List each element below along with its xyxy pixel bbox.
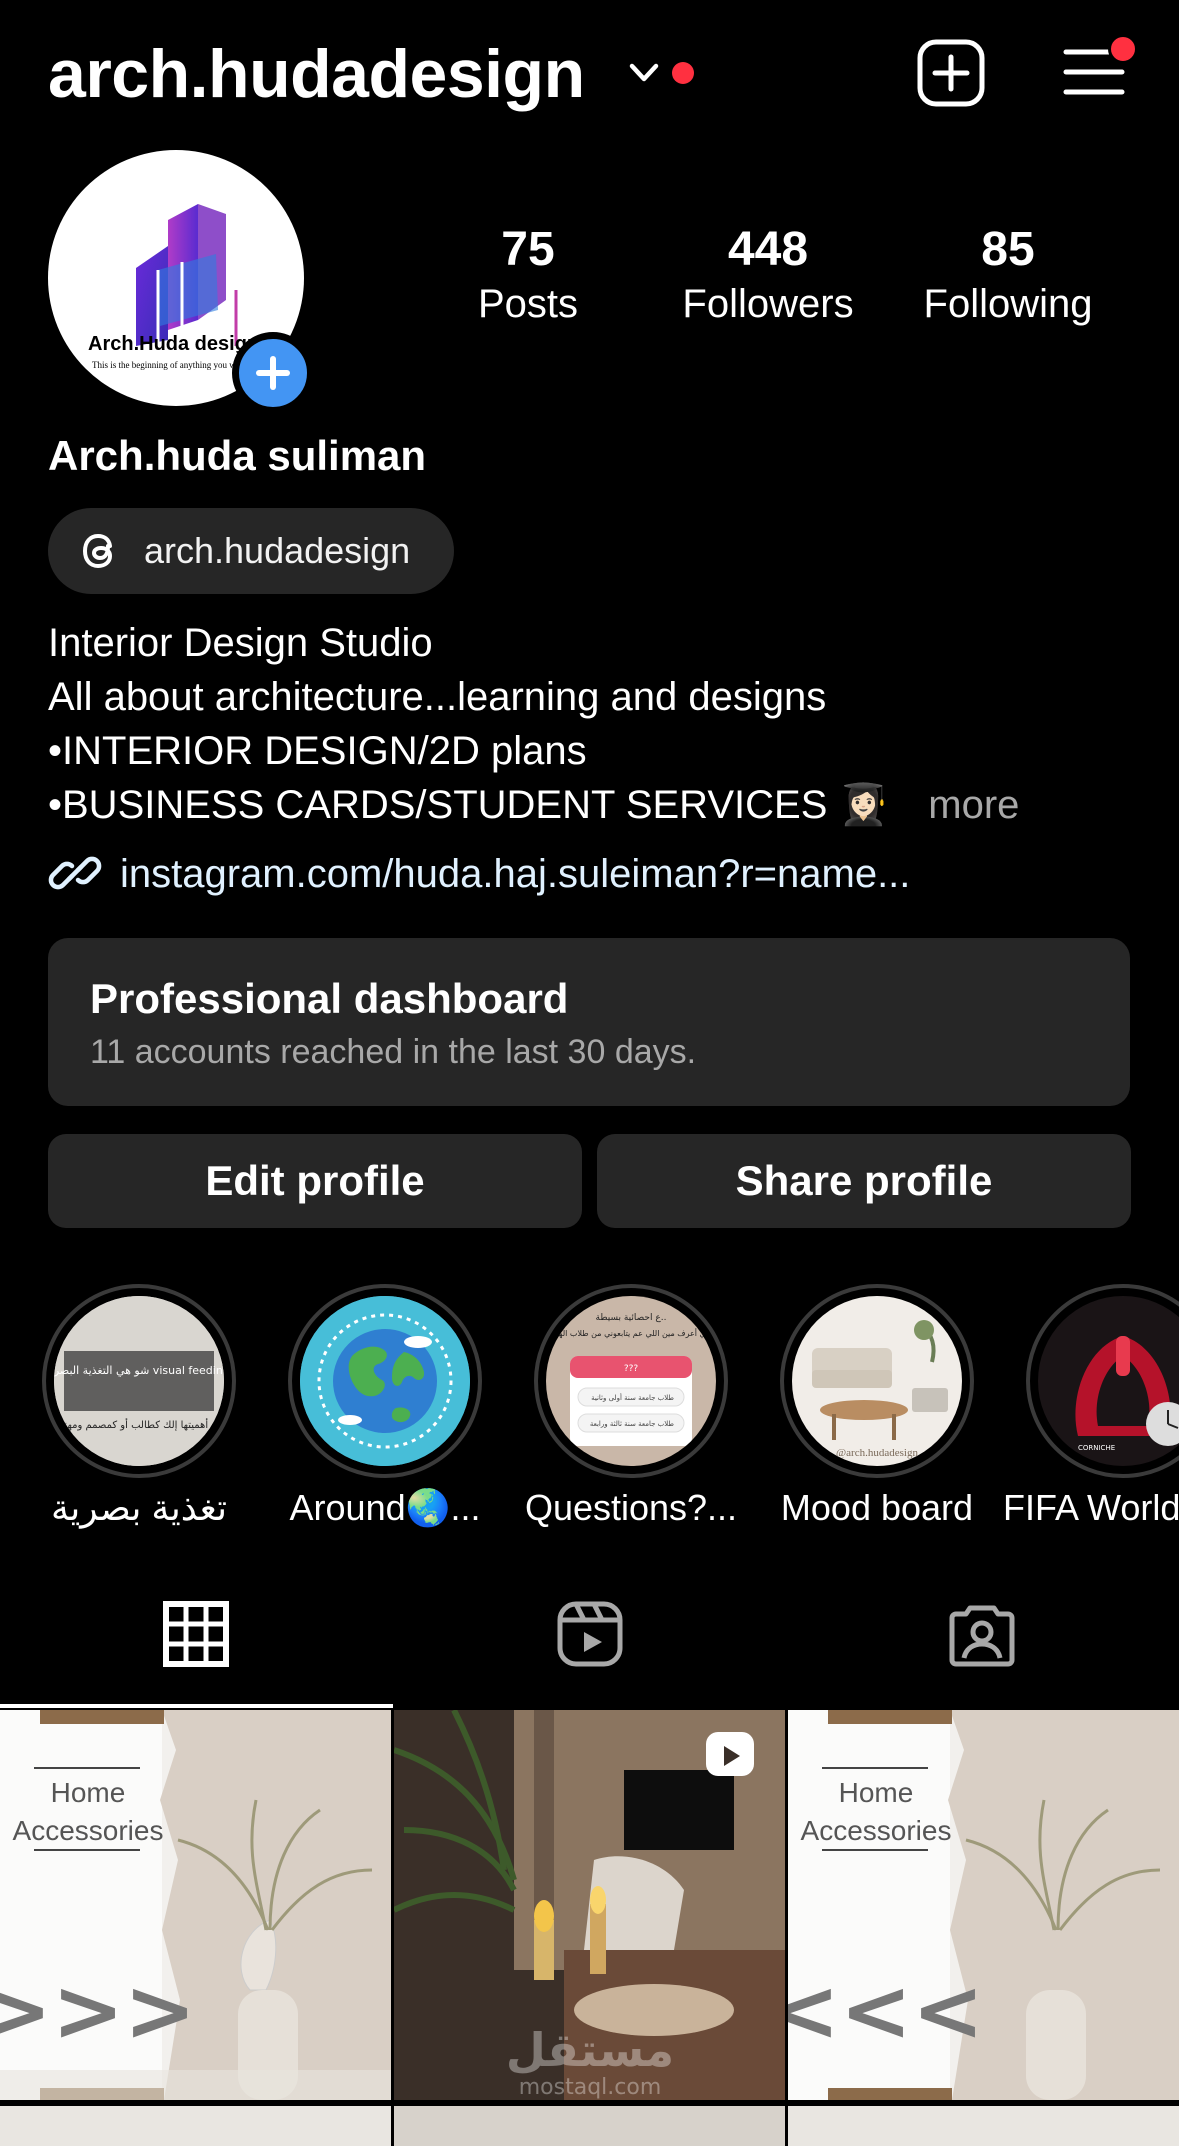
threads-handle: arch.hudadesign <box>144 530 411 571</box>
highlight-around[interactable] <box>288 1284 482 1478</box>
menu-notification-dot <box>1108 34 1138 64</box>
plus-icon <box>256 356 290 390</box>
post-thumbnail[interactable] <box>0 2106 391 2146</box>
svg-text:طلاب جامعة سنة ثالثة ورابعة: طلاب جامعة سنة ثالثة ورابعة <box>590 1420 675 1428</box>
highlight-thumbnail: CORNICHE <box>1038 1296 1179 1466</box>
svg-text:mostaql.com: mostaql.com <box>519 2075 662 2100</box>
svg-text:شو هي أهميتها إلك كطالب أو كمص: شو هي أهميتها إلك كطالب أو كمصمم ومهندس؟… <box>54 1418 224 1431</box>
post-thumbnail[interactable]: مستقل mostaql.com <box>394 1710 785 2100</box>
svg-text:شو هي التغذية البصرية أو visua: شو هي التغذية البصرية أو visual feeding … <box>54 1363 224 1377</box>
highlight-fifa[interactable]: CORNICHE <box>1026 1284 1179 1478</box>
dashboard-subtitle: 11 accounts reached in the last 30 days. <box>90 1033 697 1071</box>
post-thumbnail[interactable] <box>394 2106 785 2146</box>
highlight-questions[interactable]: ع احصائية بسيطة.. بدي أعرف مين اللي عم ي… <box>534 1284 728 1478</box>
grid-icon[interactable] <box>160 1598 232 1670</box>
highlight-label: FIFA World <box>1003 1487 1179 1528</box>
reels-icon[interactable] <box>554 1598 626 1670</box>
following-count: 85 <box>981 223 1035 276</box>
post-thumbnail[interactable]: Home Accessories <<< <box>788 1710 1179 2100</box>
share-profile-button[interactable]: Share profile <box>597 1134 1131 1228</box>
post-image: Home Accessories <<< <box>788 1710 1179 2100</box>
svg-text:Home: Home <box>51 1777 126 1808</box>
highlight-label: Mood board <box>780 1487 974 1528</box>
active-tab-indicator <box>0 1704 393 1708</box>
post-image: مستقل mostaql.com <box>394 1710 785 2100</box>
link-icon <box>48 856 102 890</box>
highlight-label: تغذية بصرية <box>50 1487 228 1528</box>
followers-count: 448 <box>727 223 809 276</box>
svg-text:Accessories: Accessories <box>13 1815 164 1846</box>
edit-profile-button[interactable]: Edit profile <box>48 1134 582 1228</box>
svg-text:Home: Home <box>839 1777 914 1808</box>
highlight-mood-board[interactable]: @arch.hudadesign <box>780 1284 974 1478</box>
svg-text:طلاب جامعة سنة أولى وثانية: طلاب جامعة سنة أولى وثانية <box>591 1393 674 1402</box>
new-post-icon[interactable] <box>916 38 986 108</box>
professional-dashboard[interactable]: Professional dashboard 11 accounts reach… <box>48 938 1130 1106</box>
tagged-icon[interactable] <box>946 1598 1018 1670</box>
threads-icon <box>82 533 113 569</box>
highlight-label: Around🌏... <box>289 1487 481 1528</box>
post-thumbnail[interactable]: Home Accessories >>> <box>0 1710 391 2100</box>
notification-dot <box>672 62 694 84</box>
profile-username[interactable]: arch.hudadesign <box>48 34 585 114</box>
link-text[interactable]: instagram.com/huda.haj.suleiman?r=name..… <box>120 846 910 902</box>
following-stat[interactable]: 85 Following <box>898 222 1118 330</box>
post-image: Home Accessories >>> <box>0 1710 391 2100</box>
svg-text:Accessories: Accessories <box>801 1815 952 1846</box>
svg-text:This is the beginning of anyth: This is the beginning of anything you wa… <box>92 360 247 370</box>
highlight-thumbnail: @arch.hudadesign <box>792 1296 962 1466</box>
svg-text:@arch.hudadesign: @arch.hudadesign <box>836 1447 918 1459</box>
svg-text:<<<: <<< <box>788 1961 984 2061</box>
highlight-thumbnail: شو هي التغذية البصرية أو visual feeding … <box>54 1296 224 1466</box>
followers-label: Followers <box>682 282 854 326</box>
highlight-thumbnail: ع احصائية بسيطة.. بدي أعرف مين اللي عم ي… <box>546 1296 716 1466</box>
svg-text:>>>: >>> <box>0 1961 196 2061</box>
svg-text:CORNICHE: CORNICHE <box>1078 1444 1115 1452</box>
full-name: Arch.huda suliman <box>48 432 427 479</box>
svg-text:Arch.Huda design: Arch.Huda design <box>88 333 259 355</box>
svg-text:ع احصائية بسيطة..: ع احصائية بسيطة.. <box>596 1313 667 1323</box>
threads-badge[interactable]: arch.hudadesign <box>48 508 454 594</box>
bio-line: All about architecture...learning and de… <box>48 675 827 719</box>
post-thumbnail[interactable] <box>788 2106 1179 2146</box>
watermark: مستقل <box>506 2023 674 2077</box>
highlight-label: Questions?... <box>524 1487 738 1528</box>
svg-text:???: ??? <box>624 1364 639 1374</box>
followers-stat[interactable]: 448 Followers <box>658 222 878 330</box>
posts-count: 75 <box>501 223 555 276</box>
bio-line: •BUSINESS CARDS/STUDENT SERVICES 👩🏻‍🎓 <box>48 783 889 827</box>
add-story-button[interactable] <box>232 332 314 414</box>
globe-icon <box>300 1296 470 1466</box>
following-label: Following <box>923 282 1093 326</box>
posts-stat[interactable]: 75 Posts <box>418 222 638 330</box>
dashboard-title: Professional dashboard <box>90 975 569 1022</box>
bio-line: •INTERIOR DESIGN/2D plans <box>48 729 587 773</box>
svg-text:بدي أعرف مين اللي عم يتابعوني: بدي أعرف مين اللي عم يتابعوني من طلاب ال… <box>546 1328 716 1338</box>
bio-more-link[interactable]: more <box>928 783 1019 827</box>
highlight-visual-feeding[interactable]: شو هي التغذية البصرية أو visual feeding … <box>42 1284 236 1478</box>
bio: Interior Design Studio All about archite… <box>48 616 1148 832</box>
posts-label: Posts <box>477 282 579 326</box>
bio-line: Interior Design Studio <box>48 621 433 665</box>
chevron-down-icon[interactable] <box>626 58 662 88</box>
